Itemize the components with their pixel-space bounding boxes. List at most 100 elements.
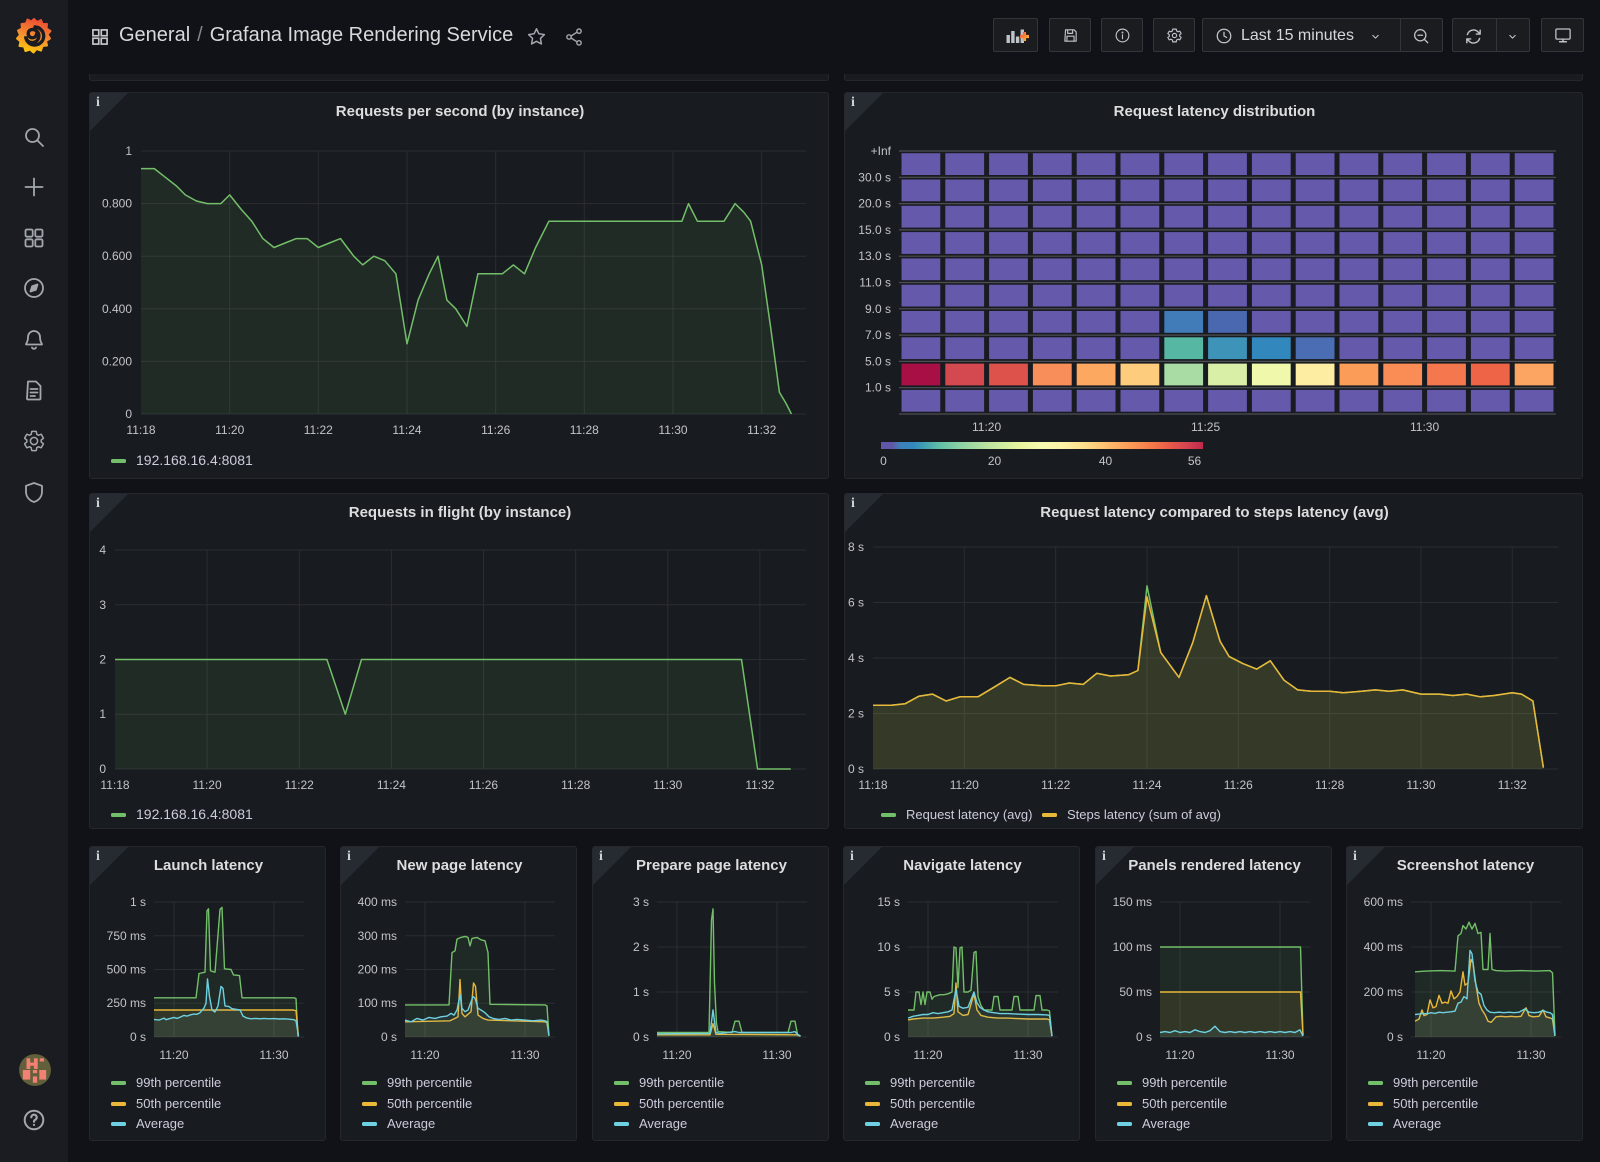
svg-text:11:30: 11:30 bbox=[1013, 1048, 1042, 1062]
svg-text:11:22: 11:22 bbox=[304, 423, 333, 437]
svg-text:15.0 s: 15.0 s bbox=[858, 223, 891, 237]
svg-text:11:25: 11:25 bbox=[1191, 420, 1220, 434]
svg-text:11:30: 11:30 bbox=[510, 1048, 539, 1062]
svg-text:11.0 s: 11.0 s bbox=[859, 276, 891, 290]
svg-text:11:30: 11:30 bbox=[658, 423, 687, 437]
svg-text:0.600: 0.600 bbox=[102, 249, 132, 263]
svg-text:11:32: 11:32 bbox=[745, 778, 774, 792]
svg-text:+Inf: +Inf bbox=[871, 144, 892, 158]
svg-text:Average: Average bbox=[387, 1116, 435, 1131]
svg-text:300 ms: 300 ms bbox=[358, 929, 397, 943]
svg-text:50th percentile: 50th percentile bbox=[639, 1096, 724, 1111]
svg-text:Average: Average bbox=[639, 1116, 687, 1131]
svg-text:50th percentile: 50th percentile bbox=[136, 1096, 221, 1111]
svg-text:11:26: 11:26 bbox=[481, 423, 510, 437]
svg-text:192.168.16.4:8081: 192.168.16.4:8081 bbox=[136, 452, 253, 468]
svg-text:0 s: 0 s bbox=[884, 1030, 900, 1044]
svg-text:0 s: 0 s bbox=[1136, 1030, 1152, 1044]
svg-text:Average: Average bbox=[136, 1116, 184, 1131]
svg-text:11:20: 11:20 bbox=[159, 1048, 188, 1062]
svg-text:50 ms: 50 ms bbox=[1119, 985, 1152, 999]
svg-text:0 s: 0 s bbox=[633, 1030, 649, 1044]
svg-text:11:30: 11:30 bbox=[762, 1048, 791, 1062]
svg-text:400 ms: 400 ms bbox=[1364, 940, 1403, 954]
svg-text:20: 20 bbox=[988, 454, 1002, 468]
svg-text:11:28: 11:28 bbox=[561, 778, 590, 792]
svg-text:30.0 s: 30.0 s bbox=[858, 170, 891, 184]
svg-text:Steps latency (sum of avg): Steps latency (sum of avg) bbox=[1067, 807, 1221, 822]
svg-text:99th percentile: 99th percentile bbox=[1393, 1075, 1478, 1090]
svg-text:99th percentile: 99th percentile bbox=[1142, 1075, 1227, 1090]
svg-text:11:30: 11:30 bbox=[653, 778, 682, 792]
svg-text:Request latency (avg): Request latency (avg) bbox=[906, 807, 1032, 822]
svg-text:0 s: 0 s bbox=[848, 762, 864, 776]
svg-text:0: 0 bbox=[99, 762, 106, 776]
svg-text:99th percentile: 99th percentile bbox=[890, 1075, 975, 1090]
svg-text:11:24: 11:24 bbox=[1132, 778, 1161, 792]
svg-text:11:20: 11:20 bbox=[215, 423, 244, 437]
svg-text:2 s: 2 s bbox=[633, 940, 649, 954]
svg-text:50th percentile: 50th percentile bbox=[1393, 1096, 1478, 1111]
svg-text:750 ms: 750 ms bbox=[107, 929, 146, 943]
svg-text:99th percentile: 99th percentile bbox=[387, 1075, 472, 1090]
svg-text:4 s: 4 s bbox=[848, 651, 864, 665]
svg-text:11:26: 11:26 bbox=[1224, 778, 1253, 792]
svg-text:15 s: 15 s bbox=[877, 895, 900, 909]
svg-text:11:30: 11:30 bbox=[1410, 420, 1439, 434]
svg-text:11:32: 11:32 bbox=[1498, 778, 1527, 792]
svg-text:0.800: 0.800 bbox=[102, 197, 132, 211]
svg-text:11:18: 11:18 bbox=[858, 778, 887, 792]
svg-text:500 ms: 500 ms bbox=[107, 963, 146, 977]
svg-text:56: 56 bbox=[1188, 454, 1202, 468]
svg-text:11:20: 11:20 bbox=[193, 778, 222, 792]
svg-text:0.400: 0.400 bbox=[102, 302, 132, 316]
svg-text:50th percentile: 50th percentile bbox=[890, 1096, 975, 1111]
svg-text:0 s: 0 s bbox=[381, 1030, 397, 1044]
svg-text:50th percentile: 50th percentile bbox=[387, 1096, 472, 1111]
svg-text:0 s: 0 s bbox=[130, 1030, 146, 1044]
svg-text:11:28: 11:28 bbox=[570, 423, 599, 437]
svg-text:Average: Average bbox=[890, 1116, 938, 1131]
svg-text:11:22: 11:22 bbox=[1041, 778, 1070, 792]
svg-text:2 s: 2 s bbox=[848, 707, 864, 721]
svg-text:Average: Average bbox=[1393, 1116, 1441, 1131]
svg-text:11:18: 11:18 bbox=[126, 423, 155, 437]
svg-text:11:20: 11:20 bbox=[410, 1048, 439, 1062]
svg-text:250 ms: 250 ms bbox=[107, 996, 146, 1010]
svg-text:50th percentile: 50th percentile bbox=[1142, 1096, 1227, 1111]
svg-text:11:30: 11:30 bbox=[1406, 778, 1435, 792]
svg-text:11:20: 11:20 bbox=[913, 1048, 942, 1062]
svg-text:11:28: 11:28 bbox=[1315, 778, 1344, 792]
svg-text:4: 4 bbox=[99, 543, 106, 557]
svg-text:20.0 s: 20.0 s bbox=[858, 197, 891, 211]
svg-text:0: 0 bbox=[880, 454, 887, 468]
svg-text:1: 1 bbox=[99, 707, 106, 721]
svg-text:11:20: 11:20 bbox=[662, 1048, 691, 1062]
svg-text:11:26: 11:26 bbox=[469, 778, 498, 792]
svg-text:7.0 s: 7.0 s bbox=[865, 328, 891, 342]
svg-text:100 ms: 100 ms bbox=[358, 996, 397, 1010]
svg-text:400 ms: 400 ms bbox=[358, 895, 397, 909]
svg-text:1 s: 1 s bbox=[633, 985, 649, 999]
svg-text:9.0 s: 9.0 s bbox=[865, 302, 891, 316]
svg-text:11:30: 11:30 bbox=[259, 1048, 288, 1062]
svg-text:11:20: 11:20 bbox=[950, 778, 979, 792]
svg-text:3 s: 3 s bbox=[633, 895, 649, 909]
svg-text:99th percentile: 99th percentile bbox=[136, 1075, 221, 1090]
svg-text:5.0 s: 5.0 s bbox=[865, 354, 891, 368]
svg-text:99th percentile: 99th percentile bbox=[639, 1075, 724, 1090]
svg-text:11:32: 11:32 bbox=[747, 423, 776, 437]
svg-text:5 s: 5 s bbox=[884, 985, 900, 999]
svg-text:6 s: 6 s bbox=[848, 596, 864, 610]
svg-text:10 s: 10 s bbox=[877, 940, 900, 954]
svg-text:0.200: 0.200 bbox=[102, 354, 132, 368]
svg-text:600 ms: 600 ms bbox=[1364, 895, 1403, 909]
svg-text:1.0 s: 1.0 s bbox=[865, 381, 891, 395]
svg-text:100 ms: 100 ms bbox=[1113, 940, 1152, 954]
svg-text:200 ms: 200 ms bbox=[1364, 985, 1403, 999]
svg-text:11:30: 11:30 bbox=[1265, 1048, 1294, 1062]
svg-text:192.168.16.4:8081: 192.168.16.4:8081 bbox=[136, 806, 253, 822]
svg-text:0: 0 bbox=[125, 407, 132, 421]
svg-text:1 s: 1 s bbox=[130, 895, 146, 909]
svg-text:11:20: 11:20 bbox=[972, 420, 1001, 434]
